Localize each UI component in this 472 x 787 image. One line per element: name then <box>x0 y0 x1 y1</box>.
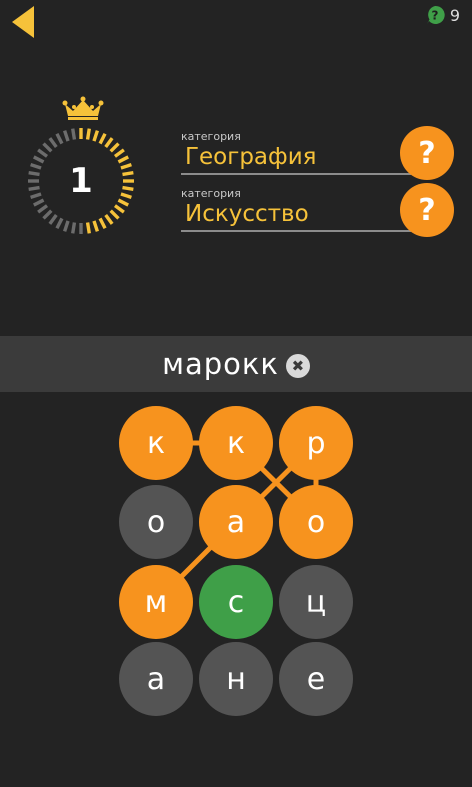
hint-button-1[interactable]: ? <box>400 126 454 180</box>
letter-tile[interactable]: о <box>279 485 353 559</box>
letter-tile[interactable]: к <box>119 406 193 480</box>
letter-tile[interactable]: м <box>119 565 193 639</box>
letter-tile[interactable]: о <box>119 485 193 559</box>
letter-tile[interactable]: р <box>279 406 353 480</box>
close-icon[interactable]: ✖ <box>285 353 310 378</box>
hint-button-2[interactable]: ? <box>400 183 454 237</box>
category-caption: категория <box>181 187 241 200</box>
crown-icon <box>62 96 104 120</box>
letter-tile[interactable]: ц <box>279 565 353 639</box>
category-underline <box>181 173 411 175</box>
letter-tile[interactable]: а <box>119 642 193 716</box>
category-underline <box>181 230 411 232</box>
question-icon: ? <box>426 5 445 24</box>
category-name: География <box>185 144 317 170</box>
letter-tile[interactable]: а <box>199 485 273 559</box>
word-bar: марокк ✖ <box>0 336 472 392</box>
category-1: категория География <box>181 130 411 175</box>
letter-tile[interactable]: е <box>279 642 353 716</box>
letter-tile[interactable]: с <box>199 565 273 639</box>
category-name: Искусство <box>185 201 309 227</box>
back-arrow-icon[interactable] <box>8 4 38 40</box>
current-word: марокк <box>162 347 279 381</box>
hint-counter: ? 9 <box>425 5 460 25</box>
level-number: 1 <box>69 161 93 201</box>
category-caption: категория <box>181 130 241 143</box>
category-2: категория Искусство <box>181 187 411 232</box>
letter-tile[interactable]: к <box>199 406 273 480</box>
letter-tile[interactable]: н <box>199 642 273 716</box>
hint-count: 9 <box>449 5 460 25</box>
svg-text:?: ? <box>431 9 438 23</box>
